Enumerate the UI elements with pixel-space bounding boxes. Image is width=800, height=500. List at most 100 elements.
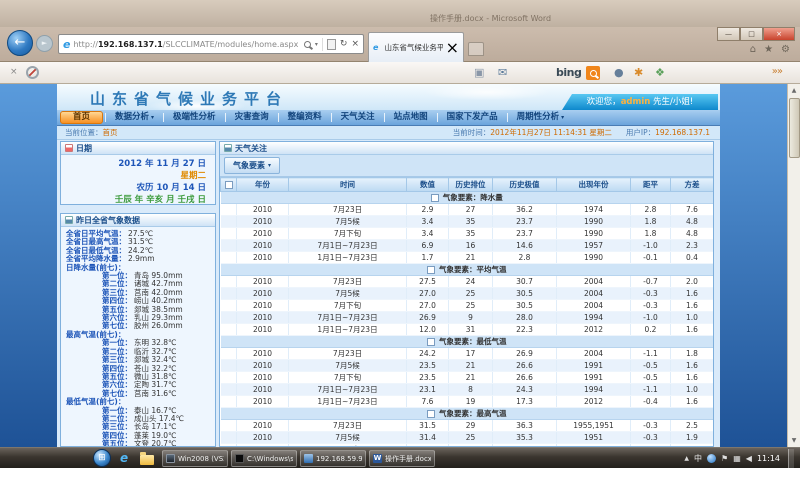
taskbar-button-3[interactable]: W操作手册.docx ... bbox=[369, 450, 435, 467]
row-select-cell bbox=[221, 312, 237, 324]
back-button[interactable]: ← bbox=[7, 30, 33, 56]
flag-icon[interactable]: ⚑ bbox=[721, 454, 728, 463]
system-tray: ▲ 中 ⚑ ▦ ◀ 11:14 bbox=[684, 448, 794, 469]
cell: 7月1日~7月23日 bbox=[289, 384, 407, 396]
cell: 1994 bbox=[557, 384, 631, 396]
nav-item-5[interactable]: 天气关注 bbox=[332, 110, 384, 125]
col-year: 年份 bbox=[237, 178, 289, 192]
checkbox-icon[interactable] bbox=[431, 194, 439, 202]
cell: 7月23日 bbox=[289, 420, 407, 432]
cell: 12.0 bbox=[407, 324, 449, 336]
cell: 26.6 bbox=[493, 360, 557, 372]
close-button[interactable]: × bbox=[763, 27, 795, 41]
favorites-star-icon[interactable]: ★ bbox=[764, 44, 773, 55]
calendar-icon bbox=[65, 144, 73, 152]
address-bar[interactable]: e http://192.168.137.1/SLCCLIMATE/module… bbox=[58, 34, 364, 54]
nav-item-6[interactable]: 站点地图 bbox=[385, 110, 437, 125]
forward-button[interactable]: ► bbox=[36, 35, 53, 52]
taskbar-button-2[interactable]: 192.168.59.99... bbox=[300, 450, 366, 467]
table-group-row[interactable]: 气象要素：最低气温 bbox=[221, 336, 714, 348]
search-icon[interactable] bbox=[304, 41, 311, 48]
nav-item-4[interactable]: 整编资料 bbox=[279, 110, 331, 125]
table-row: 20107月23日31.52936.31955,1951-0.32.5 bbox=[221, 420, 714, 432]
url-path: /SLCCLIMATE/modules/home.aspx bbox=[163, 40, 299, 49]
table-group-row[interactable]: 气象要素：最高气温 bbox=[221, 408, 714, 420]
start-button[interactable]: ⊞ bbox=[93, 449, 111, 467]
new-tab-button[interactable] bbox=[468, 42, 484, 56]
bottom-margin bbox=[0, 468, 800, 500]
tools-gear-icon[interactable]: ⚙ bbox=[781, 44, 790, 55]
col-extreme-year: 出现年份 bbox=[557, 178, 631, 192]
show-desktop-button[interactable] bbox=[788, 449, 794, 468]
cards-icon[interactable]: ▣ bbox=[474, 66, 484, 79]
burst-icon[interactable]: ✱ bbox=[634, 66, 643, 79]
nav-item-label: 周期性分析 bbox=[517, 110, 560, 125]
cell: 25 bbox=[449, 432, 493, 444]
cell: 29 bbox=[449, 420, 493, 432]
row-select-cell bbox=[221, 204, 237, 216]
group-title: 气象要素：最低气温 bbox=[439, 337, 507, 346]
toolbar-close-icon[interactable]: × bbox=[10, 67, 18, 77]
vertical-scrollbar[interactable]: ▲ ▼ bbox=[787, 84, 800, 447]
scrollbar-thumb[interactable] bbox=[789, 98, 800, 158]
maximize-button[interactable]: □ bbox=[740, 27, 763, 41]
table-row: 20107月1日~7月23日23.1824.31994-1.11.0 bbox=[221, 384, 714, 396]
cell: 1957 bbox=[557, 240, 631, 252]
camera-icon[interactable]: ● bbox=[614, 66, 624, 79]
scroll-up-icon[interactable]: ▲ bbox=[789, 85, 799, 96]
breadcrumb-current[interactable]: 首页 bbox=[103, 128, 118, 137]
cell: 2004 bbox=[557, 288, 631, 300]
taskbar-button-0[interactable]: Win2008 (VS2... bbox=[162, 450, 228, 467]
cell: 0.2 bbox=[631, 324, 671, 336]
cell: 27.0 bbox=[407, 300, 449, 312]
nav-item-1[interactable]: 数据分析▾ bbox=[106, 110, 163, 125]
volume-icon[interactable]: ◀ bbox=[746, 454, 752, 463]
nav-item-label: 灾害查询 bbox=[235, 110, 269, 125]
cell: 1.8 bbox=[631, 228, 671, 240]
nav-item-8[interactable]: 周期性分析▾ bbox=[508, 110, 574, 125]
ime-indicator[interactable]: 中 bbox=[694, 453, 702, 464]
element-filter-button[interactable]: 气象要素▾ bbox=[224, 157, 280, 174]
toolbar-overflow-icon[interactable]: »» bbox=[772, 66, 782, 77]
stop-icon[interactable]: × bbox=[351, 39, 359, 49]
checkbox-icon[interactable] bbox=[427, 266, 435, 274]
scroll-down-icon[interactable]: ▼ bbox=[789, 435, 799, 446]
divider bbox=[322, 38, 323, 51]
cell: 21 bbox=[449, 360, 493, 372]
cell: 35.3 bbox=[493, 432, 557, 444]
checkbox-icon[interactable] bbox=[427, 410, 435, 418]
cell: 1991 bbox=[557, 372, 631, 384]
checkbox-icon[interactable] bbox=[427, 338, 435, 346]
mail-icon[interactable]: ✉ bbox=[498, 66, 507, 79]
nav-item-0[interactable]: 首页 bbox=[60, 111, 103, 124]
tab-close-icon[interactable]: × bbox=[446, 38, 459, 57]
cell: 2010 bbox=[237, 396, 289, 408]
weather-panel-header: 昨日全省气象数据 bbox=[61, 214, 215, 227]
nav-item-7[interactable]: 国家下发产品 bbox=[438, 110, 507, 125]
explorer-folder-icon[interactable] bbox=[140, 455, 154, 465]
nav-item-2[interactable]: 极端性分析 bbox=[164, 110, 225, 125]
refresh-icon[interactable]: ↻ bbox=[340, 39, 348, 49]
home-icon[interactable]: ⌂ bbox=[750, 44, 756, 55]
compatibility-view-icon[interactable] bbox=[327, 39, 336, 50]
browser-tab[interactable]: e 山东省气候业务平... × bbox=[368, 32, 464, 62]
chevron-down-icon[interactable]: ▾ bbox=[315, 41, 318, 48]
checkbox-icon[interactable] bbox=[225, 181, 233, 189]
url-text[interactable]: http://192.168.137.1/SLCCLIMATE/modules/… bbox=[73, 40, 303, 49]
table-group-row[interactable]: 气象要素：降水量 bbox=[221, 192, 714, 204]
taskbar-button-1[interactable]: C:\Windows\s... bbox=[231, 450, 297, 467]
minimize-button[interactable]: — bbox=[717, 27, 740, 41]
network-icon[interactable]: ▦ bbox=[733, 454, 741, 463]
messenger-icon[interactable] bbox=[707, 454, 716, 463]
apps-icon[interactable]: ❖ bbox=[655, 66, 665, 79]
bing-search-icon[interactable] bbox=[586, 66, 600, 80]
blocked-circle-icon[interactable] bbox=[26, 66, 39, 79]
tray-expand-icon[interactable]: ▲ bbox=[684, 455, 689, 462]
ie-taskbar-icon[interactable]: e bbox=[120, 451, 128, 465]
taskbar-clock[interactable]: 11:14 bbox=[757, 454, 780, 463]
cell: 27.0 bbox=[407, 288, 449, 300]
nav-item-3[interactable]: 灾害查询 bbox=[226, 110, 278, 125]
group-header-cell: 气象要素：最高气温 bbox=[221, 408, 714, 420]
bing-logo[interactable]: bing bbox=[556, 66, 581, 79]
table-group-row[interactable]: 气象要素：平均气温 bbox=[221, 264, 714, 276]
